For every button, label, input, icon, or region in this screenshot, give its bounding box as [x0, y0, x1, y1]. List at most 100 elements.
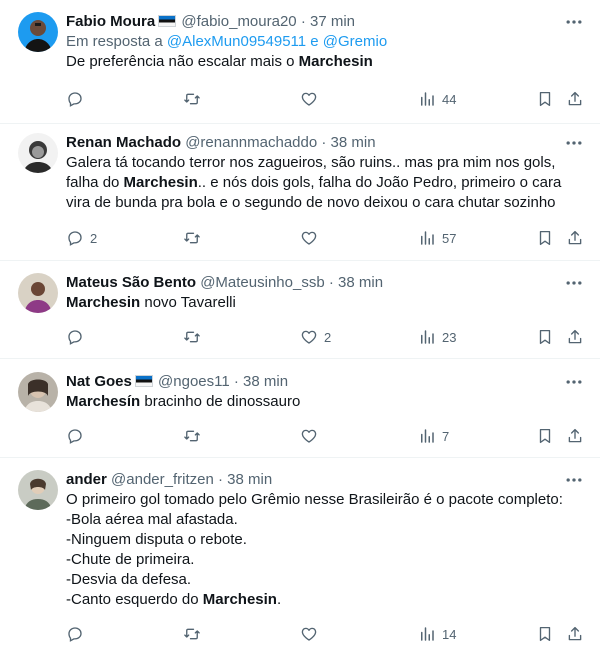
share-button[interactable]: [566, 228, 584, 248]
tweet-text-part: bracinho de dinossauro: [140, 393, 301, 410]
retweet-icon: [183, 625, 201, 643]
timestamp[interactable]: 38 min: [338, 274, 383, 291]
bookmark-button[interactable]: [536, 228, 554, 248]
tweet-text: Marchesín bracinho de dinossauro: [66, 392, 566, 412]
views-button[interactable]: 14: [418, 624, 456, 644]
timestamp[interactable]: 38 min: [331, 134, 376, 151]
tweet-text-part: De preferência não escalar mais o: [66, 53, 299, 70]
tweet[interactable]: Renan Machado @renannmachaddo · 38 min G…: [0, 124, 600, 261]
more-icon[interactable]: [564, 470, 584, 490]
views-button[interactable]: 7: [418, 426, 449, 446]
retweet-button[interactable]: [183, 426, 207, 446]
tweet-header: Mateus São Bento @Mateusinho_ssb · 38 mi…: [66, 273, 566, 293]
reply-button[interactable]: [66, 89, 90, 109]
views-count: 23: [442, 329, 457, 345]
share-button[interactable]: [566, 624, 584, 644]
display-name[interactable]: Fabio Moura: [66, 13, 155, 30]
reply-button[interactable]: [66, 426, 90, 446]
like-button[interactable]: 2: [300, 327, 331, 347]
avatar[interactable]: [18, 273, 58, 313]
retweet-icon: [183, 90, 201, 108]
tweet-header: ander @ander_fritzen · 38 min: [66, 470, 566, 490]
tweet-text-bold: Marchesin: [66, 294, 141, 311]
share-icon: [566, 90, 584, 108]
user-handle[interactable]: @fabio_moura20: [181, 13, 296, 30]
views-button[interactable]: 44: [418, 89, 456, 109]
tweet-line: -Canto esquerdo do Marchesin.: [66, 590, 566, 610]
more-icon[interactable]: [564, 273, 584, 293]
share-icon: [566, 229, 584, 247]
user-handle[interactable]: @ngoes11: [158, 373, 230, 390]
bookmark-icon: [536, 229, 554, 247]
display-name[interactable]: Mateus São Bento: [66, 274, 196, 291]
bookmark-icon: [536, 90, 554, 108]
avatar[interactable]: [18, 372, 58, 412]
like-button[interactable]: [300, 228, 324, 248]
tweet-header: Nat Goes @ngoes11 · 38 min: [66, 372, 566, 392]
views-button[interactable]: 57: [418, 228, 456, 248]
user-handle[interactable]: @ander_fritzen: [111, 471, 214, 488]
retweet-button[interactable]: [183, 624, 207, 644]
reply-button[interactable]: [66, 624, 90, 644]
like-icon: [300, 90, 318, 108]
reply-button[interactable]: 2: [66, 228, 97, 248]
tweet-line: falha do Marchesin.. e nós dois gols, fa…: [66, 173, 566, 193]
tweet-text: Marchesin novo Tavarelli: [66, 293, 566, 313]
share-button[interactable]: [566, 327, 584, 347]
bookmark-icon: [536, 328, 554, 346]
bookmark-button[interactable]: [536, 89, 554, 109]
retweet-button[interactable]: [183, 89, 207, 109]
avatar[interactable]: [18, 470, 58, 510]
like-button[interactable]: [300, 89, 324, 109]
retweet-button[interactable]: [183, 327, 207, 347]
tweet-text-bold: Marchesín: [66, 393, 141, 410]
views-icon: [418, 229, 436, 247]
bookmark-button[interactable]: [536, 426, 554, 446]
views-count: 7: [442, 428, 450, 444]
action-bar: 44: [66, 89, 586, 109]
display-name[interactable]: Renan Machado: [66, 134, 181, 151]
tweet-line: -Bola aérea mal afastada.: [66, 511, 238, 528]
tweet-text-part: falha do: [66, 174, 124, 191]
timestamp[interactable]: 38 min: [227, 471, 272, 488]
tweet[interactable]: ander @ander_fritzen · 38 min O primeiro…: [0, 458, 600, 645]
bookmark-button[interactable]: [536, 327, 554, 347]
views-count: 44: [442, 91, 457, 107]
bookmark-icon: [536, 427, 554, 445]
avatar[interactable]: [18, 133, 58, 173]
share-button[interactable]: [566, 426, 584, 446]
more-icon[interactable]: [564, 372, 584, 392]
views-button[interactable]: 23: [418, 327, 456, 347]
like-button[interactable]: [300, 426, 324, 446]
retweet-button[interactable]: [183, 228, 207, 248]
avatar[interactable]: [18, 12, 58, 52]
bookmark-button[interactable]: [536, 624, 554, 644]
more-icon[interactable]: [564, 12, 584, 32]
action-bar: 14: [66, 624, 586, 644]
more-icon[interactable]: [564, 133, 584, 153]
retweet-icon: [183, 427, 201, 445]
tweet[interactable]: Mateus São Bento @Mateusinho_ssb · 38 mi…: [0, 261, 600, 359]
separator: ·: [217, 471, 223, 488]
share-button[interactable]: [566, 89, 584, 109]
reply-count: 2: [90, 230, 98, 246]
reply-mentions-link[interactable]: @AlexMun09549511 e @Gremio: [167, 33, 387, 50]
timestamp[interactable]: 38 min: [243, 373, 288, 390]
like-button[interactable]: [300, 624, 324, 644]
display-name[interactable]: ander: [66, 471, 107, 488]
tweet-line: -Ninguem disputa o rebote.: [66, 531, 247, 548]
tweet-text: O primeiro gol tomado pelo Grêmio nesse …: [66, 490, 566, 610]
reply-button[interactable]: [66, 327, 90, 347]
user-handle[interactable]: @renannmachaddo: [185, 134, 317, 151]
user-handle[interactable]: @Mateusinho_ssb: [200, 274, 324, 291]
tweet-header: Renan Machado @renannmachaddo · 38 min: [66, 133, 566, 153]
display-name[interactable]: Nat Goes: [66, 373, 132, 390]
reply-context: Em resposta a @AlexMun09549511 e @Gremio: [66, 32, 566, 52]
retweet-icon: [183, 229, 201, 247]
tweet-line: O primeiro gol tomado pelo Grêmio nesse …: [66, 491, 563, 508]
tweet[interactable]: Fabio Moura @fabio_moura20 · 37 min Em r…: [0, 0, 600, 124]
timestamp[interactable]: 37 min: [310, 13, 355, 30]
tweet[interactable]: Nat Goes @ngoes11 · 38 min Marchesín bra…: [0, 359, 600, 458]
tweet-line: -Chute de primeira.: [66, 551, 195, 568]
like-icon: [300, 427, 318, 445]
